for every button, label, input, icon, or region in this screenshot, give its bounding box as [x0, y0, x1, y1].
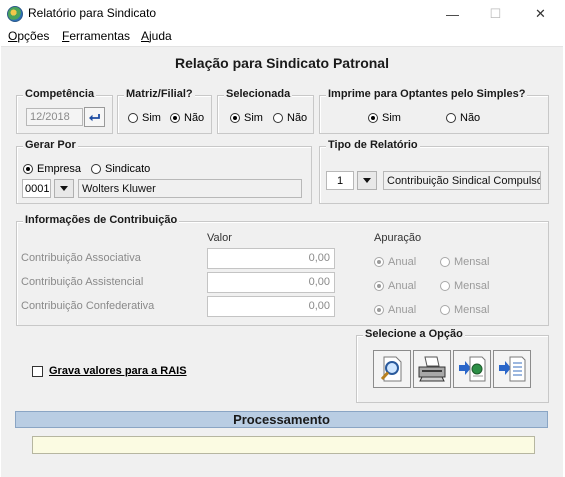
tipo-relatorio-dropdown-button[interactable]: [357, 171, 377, 190]
refresh-competencia-button[interactable]: [84, 107, 105, 127]
page-title: Relação para Sindicato Patronal: [175, 55, 389, 71]
selecionada-label: Selecionada: [224, 88, 293, 100]
empresa-dropdown-button[interactable]: [54, 179, 74, 198]
rais-checkbox-row[interactable]: Grava valores para a RAIS: [32, 365, 187, 377]
radio-dot: [440, 305, 450, 315]
option-toolbar: [373, 350, 535, 390]
selecionada-group: Selecionada Sim Não: [217, 88, 314, 134]
radio-dot-selected: [368, 113, 378, 123]
optantes-simples-sim-radio[interactable]: Sim: [368, 112, 401, 124]
confederativa-mensal-radio[interactable]: Mensal: [440, 304, 489, 316]
processamento-status-field: [32, 436, 535, 454]
processamento-header: Processamento: [15, 411, 548, 428]
assistencial-anual-radio[interactable]: Anual: [374, 280, 416, 292]
optantes-simples-group: Imprime para Optantes pelo Simples? Sim …: [319, 88, 549, 134]
contribuicao-label: Informações de Contribuição: [23, 214, 180, 226]
selecionada-sim-radio[interactable]: Sim: [230, 112, 263, 124]
assistencial-mensal-radio[interactable]: Mensal: [440, 280, 489, 292]
associativa-anual-radio[interactable]: Anual: [374, 256, 416, 268]
gerar-por-label: Gerar Por: [23, 139, 78, 151]
radio-dot: [273, 113, 283, 123]
matriz-filial-label: Matriz/Filial?: [124, 88, 195, 100]
gerar-por-empresa-radio[interactable]: Empresa: [23, 163, 81, 175]
close-button[interactable]: ✕: [518, 0, 563, 28]
competencia-group: Competência 12/2018: [16, 88, 113, 134]
radio-dot: [91, 164, 101, 174]
app-icon: [7, 6, 23, 22]
client-area: Relação para Sindicato Patronal Competên…: [1, 46, 563, 477]
competencia-input[interactable]: 12/2018: [26, 108, 83, 126]
contribuicao-associativa-label: Contribuição Associativa: [21, 252, 141, 264]
tipo-relatorio-group: Tipo de Relatório 1 Contribuição Sindica…: [319, 139, 549, 204]
radio-dot: [446, 113, 456, 123]
matriz-filial-nao-radio[interactable]: Não: [170, 112, 204, 124]
minimize-button[interactable]: —: [430, 0, 475, 28]
export-document-icon: [459, 356, 486, 382]
save-report-button[interactable]: [493, 350, 531, 388]
contribuicao-assistencial-input[interactable]: 0,00: [207, 272, 335, 293]
associativa-mensal-radio[interactable]: Mensal: [440, 256, 489, 268]
title-bar: Relatório para Sindicato — ☐ ✕: [0, 0, 565, 28]
rais-label: Grava valores para a RAIS: [49, 365, 187, 377]
radio-dot-selected: [374, 305, 384, 315]
radio-dot-selected: [374, 257, 384, 267]
radio-dot-selected: [230, 113, 240, 123]
export-button[interactable]: [453, 350, 491, 388]
printer-icon: [418, 356, 446, 382]
menu-bar: Opções Ferramentas Ajuda: [0, 28, 565, 46]
matriz-filial-group: Matriz/Filial? Sim Não: [117, 88, 212, 134]
magnifier-icon: [380, 356, 402, 382]
gerar-por-group: Gerar Por Empresa Sindicato 0001 Wolters…: [16, 139, 312, 204]
contribuicao-associativa-input[interactable]: 0,00: [207, 248, 335, 269]
selecionada-nao-radio[interactable]: Não: [273, 112, 307, 124]
document-arrow-icon: [499, 356, 526, 382]
undo-arrow-icon: [89, 113, 100, 121]
maximize-button[interactable]: ☐: [473, 0, 518, 28]
empresa-name-field: Wolters Kluwer: [78, 179, 302, 198]
rais-checkbox[interactable]: [32, 365, 43, 377]
preview-button[interactable]: [373, 350, 411, 388]
menu-opcoes[interactable]: Opções: [8, 29, 49, 43]
contribuicao-assistencial-label: Contribuição Assistencial: [21, 276, 144, 288]
chevron-down-icon: [363, 178, 371, 183]
radio-dot-selected: [170, 113, 180, 123]
chevron-down-icon: [60, 186, 68, 191]
tipo-relatorio-description-field: Contribuição Sindical Compulsóri: [383, 171, 541, 190]
optantes-simples-label: Imprime para Optantes pelo Simples?: [326, 88, 528, 100]
radio-dot: [440, 281, 450, 291]
selecione-opcao-group: Selecione a Opção: [356, 328, 549, 403]
radio-dot-selected: [23, 164, 33, 174]
menu-ferramentas[interactable]: Ferramentas: [62, 29, 130, 43]
matriz-filial-sim-radio[interactable]: Sim: [128, 112, 161, 124]
apuracao-header: Apuração: [374, 232, 422, 244]
contribuicao-confederativa-input[interactable]: 0,00: [207, 296, 335, 317]
competencia-label: Competência: [23, 88, 97, 100]
empresa-code-input[interactable]: 0001: [22, 179, 51, 198]
radio-dot: [440, 257, 450, 267]
tipo-relatorio-code-input[interactable]: 1: [326, 171, 354, 190]
contribuicao-group: Informações de Contribuição Valor Apuraç…: [16, 214, 549, 326]
window-title: Relatório para Sindicato: [28, 6, 157, 20]
tipo-relatorio-label: Tipo de Relatório: [326, 139, 420, 151]
valor-header: Valor: [207, 232, 232, 244]
optantes-simples-nao-radio[interactable]: Não: [446, 112, 480, 124]
selecione-opcao-label: Selecione a Opção: [363, 328, 465, 340]
radio-dot: [128, 113, 138, 123]
menu-ajuda[interactable]: Ajuda: [141, 29, 172, 43]
gerar-por-sindicato-radio[interactable]: Sindicato: [91, 163, 150, 175]
contribuicao-confederativa-label: Contribuição Confederativa: [21, 300, 155, 312]
confederativa-anual-radio[interactable]: Anual: [374, 304, 416, 316]
radio-dot-selected: [374, 281, 384, 291]
print-button[interactable]: [413, 350, 451, 388]
